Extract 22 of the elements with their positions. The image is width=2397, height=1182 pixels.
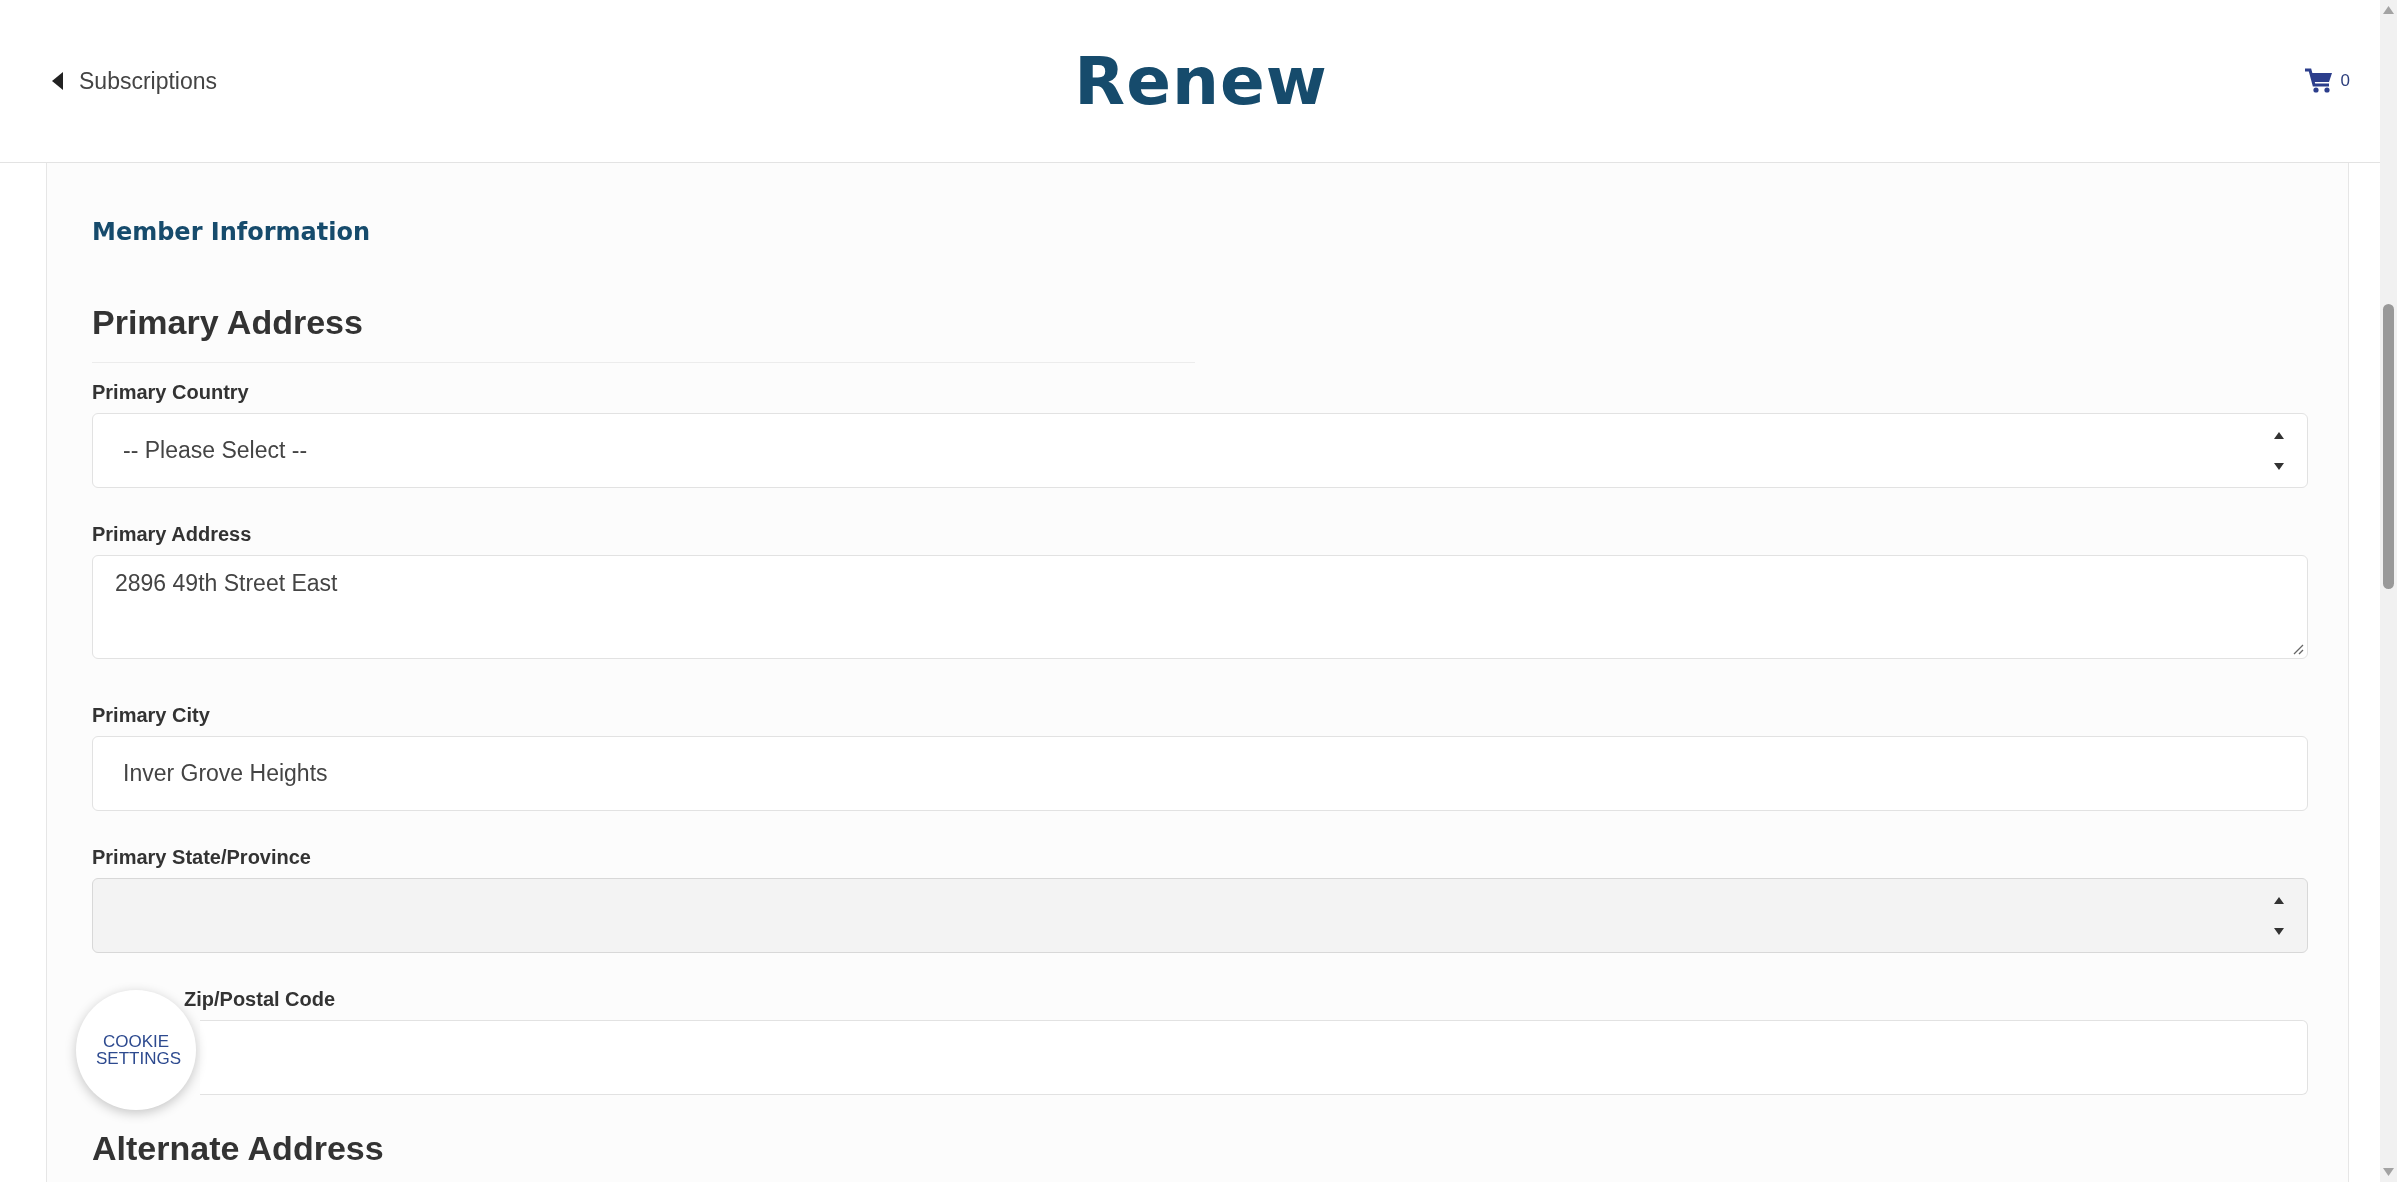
cart-count: 0 [2340, 71, 2350, 91]
field-label: Primary Address [92, 522, 253, 547]
up-down-arrows-icon [2273, 431, 2285, 470]
field-label: Primary Country [92, 380, 250, 405]
section-heading: Primary Address [92, 302, 364, 342]
field-label: Primary State/Province [92, 845, 312, 870]
select-field[interactable]: -- Please Select -- [92, 413, 2308, 488]
scroll-down-icon[interactable] [2383, 1168, 2394, 1176]
textarea-field[interactable]: 2896 49th Street East [92, 555, 2308, 659]
back-arrow-icon [52, 72, 63, 90]
input-field[interactable] [200, 1020, 2308, 1095]
page-title: Renew [1074, 42, 1328, 120]
field-label: Primary City [92, 703, 211, 728]
resize-grip-icon [2292, 643, 2304, 655]
scroll-up-icon[interactable] [2383, 6, 2394, 14]
cart-icon[interactable] [2304, 68, 2333, 94]
section-heading: Alternate Address [92, 1128, 385, 1168]
back-link[interactable]: Subscriptions [79, 67, 218, 95]
up-down-arrows-icon [2273, 896, 2285, 935]
input-field[interactable]: Inver Grove Heights [92, 736, 2308, 811]
section-title: Member Information [92, 218, 372, 246]
scrollbar-thumb[interactable] [2383, 304, 2394, 589]
